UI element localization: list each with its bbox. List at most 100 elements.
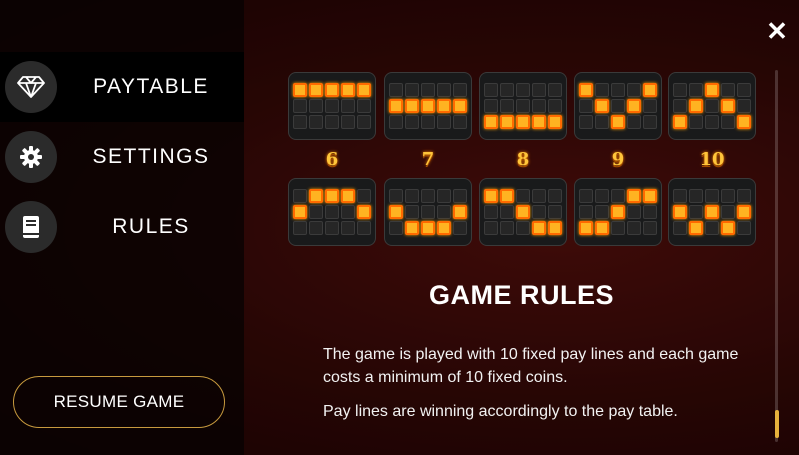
payline-card [668, 178, 756, 246]
payline-cell [437, 189, 451, 203]
payline-cell [516, 99, 530, 113]
payline-cell-active [643, 189, 657, 203]
payline-cell-active [673, 115, 687, 129]
payline-cell [389, 189, 403, 203]
payline-cell-active [421, 99, 435, 113]
menu-label-paytable: PAYTABLE [93, 75, 209, 98]
payline-cell-active [405, 99, 419, 113]
payline-card [288, 178, 376, 246]
payline-cell-active [643, 83, 657, 97]
payline-cell [421, 83, 435, 97]
payline-cell [721, 205, 735, 219]
rules-paragraph: Pay lines are winning accordingly to the… [323, 403, 678, 420]
payline-cell [689, 189, 703, 203]
payline-card [668, 72, 756, 140]
rules-paragraph: The game is played with 10 fixed pay lin… [323, 346, 739, 386]
payline-cell-active [437, 99, 451, 113]
payline-cell-active [627, 189, 641, 203]
payline-cell [548, 189, 562, 203]
payline-cell [421, 205, 435, 219]
payline-cell-active [309, 189, 323, 203]
payline-cell-active [437, 221, 451, 235]
resume-game-button[interactable]: RESUME GAME [13, 376, 225, 428]
payline-cell [705, 221, 719, 235]
payline-cell-active [325, 83, 339, 97]
payline-cell-active [705, 83, 719, 97]
payline-cell [737, 99, 751, 113]
payline-cell [453, 83, 467, 97]
payline-cell-active [405, 221, 419, 235]
payline-cell [405, 205, 419, 219]
payline-cell-active [500, 189, 514, 203]
payline-cell-active [484, 115, 498, 129]
payline-cell [293, 189, 307, 203]
payline-cell [689, 115, 703, 129]
game-rules-title: GAME RULES [428, 280, 614, 310]
payline-cell [341, 99, 355, 113]
payline-cell [643, 221, 657, 235]
payline-cell-active [721, 221, 735, 235]
payline-cell [721, 83, 735, 97]
payline-cell-active [627, 99, 641, 113]
payline-cell [437, 115, 451, 129]
menu-item-paytable[interactable]: PAYTABLE [0, 52, 244, 122]
payline-cell [421, 115, 435, 129]
payline-cell [627, 115, 641, 129]
payline-card [574, 178, 662, 246]
payline-cell-active [516, 115, 530, 129]
payline-cell [500, 99, 514, 113]
payline-cell [643, 205, 657, 219]
payline-number: 9 [611, 149, 625, 170]
payline-cell [627, 205, 641, 219]
payline-cell [532, 83, 546, 97]
payline-cell [548, 205, 562, 219]
payline-cell-active [548, 115, 562, 129]
payline-cell [389, 83, 403, 97]
payline-cell [673, 83, 687, 97]
payline-cell [595, 205, 609, 219]
payline-cell [325, 221, 339, 235]
scrollbar-track[interactable] [775, 70, 778, 442]
payline-cell [548, 83, 562, 97]
payline-cell-active [689, 99, 703, 113]
payline-cell [453, 221, 467, 235]
menu-item-rules[interactable]: RULES [0, 192, 244, 262]
payline-cell-active [532, 115, 546, 129]
payline-cell [437, 205, 451, 219]
menu-item-settings[interactable]: SETTINGS [0, 122, 244, 192]
payline-cell [737, 221, 751, 235]
payline-cell-active [341, 189, 355, 203]
payline-cell [437, 83, 451, 97]
payline-cell-active [548, 221, 562, 235]
payline-cell [357, 189, 371, 203]
payline-cell [325, 115, 339, 129]
payline-cell [516, 83, 530, 97]
payline-card [479, 178, 567, 246]
payline-cell [705, 99, 719, 113]
payline-cell [579, 99, 593, 113]
payline-cell [548, 99, 562, 113]
payline-cell [516, 221, 530, 235]
scrollbar-thumb[interactable] [775, 410, 779, 438]
payline-card [574, 72, 662, 140]
payline-cell [484, 83, 498, 97]
payline-cell-active [389, 205, 403, 219]
payline-cell [325, 205, 339, 219]
payline-cell [643, 99, 657, 113]
payline-cell [595, 189, 609, 203]
payline-cell [689, 83, 703, 97]
payline-cell-active [579, 83, 593, 97]
payline-cell [293, 99, 307, 113]
gear-icon [5, 131, 57, 183]
payline-cell [357, 99, 371, 113]
payline-cell [309, 115, 323, 129]
payline-cell [689, 205, 703, 219]
payline-cell [309, 221, 323, 235]
payline-cell [721, 115, 735, 129]
payline-number: 7 [421, 149, 435, 170]
payline-cell-active [389, 99, 403, 113]
close-button[interactable]: ✕ [758, 12, 796, 50]
payline-cell [453, 189, 467, 203]
payline-cell-active [293, 205, 307, 219]
payline-card [384, 178, 472, 246]
